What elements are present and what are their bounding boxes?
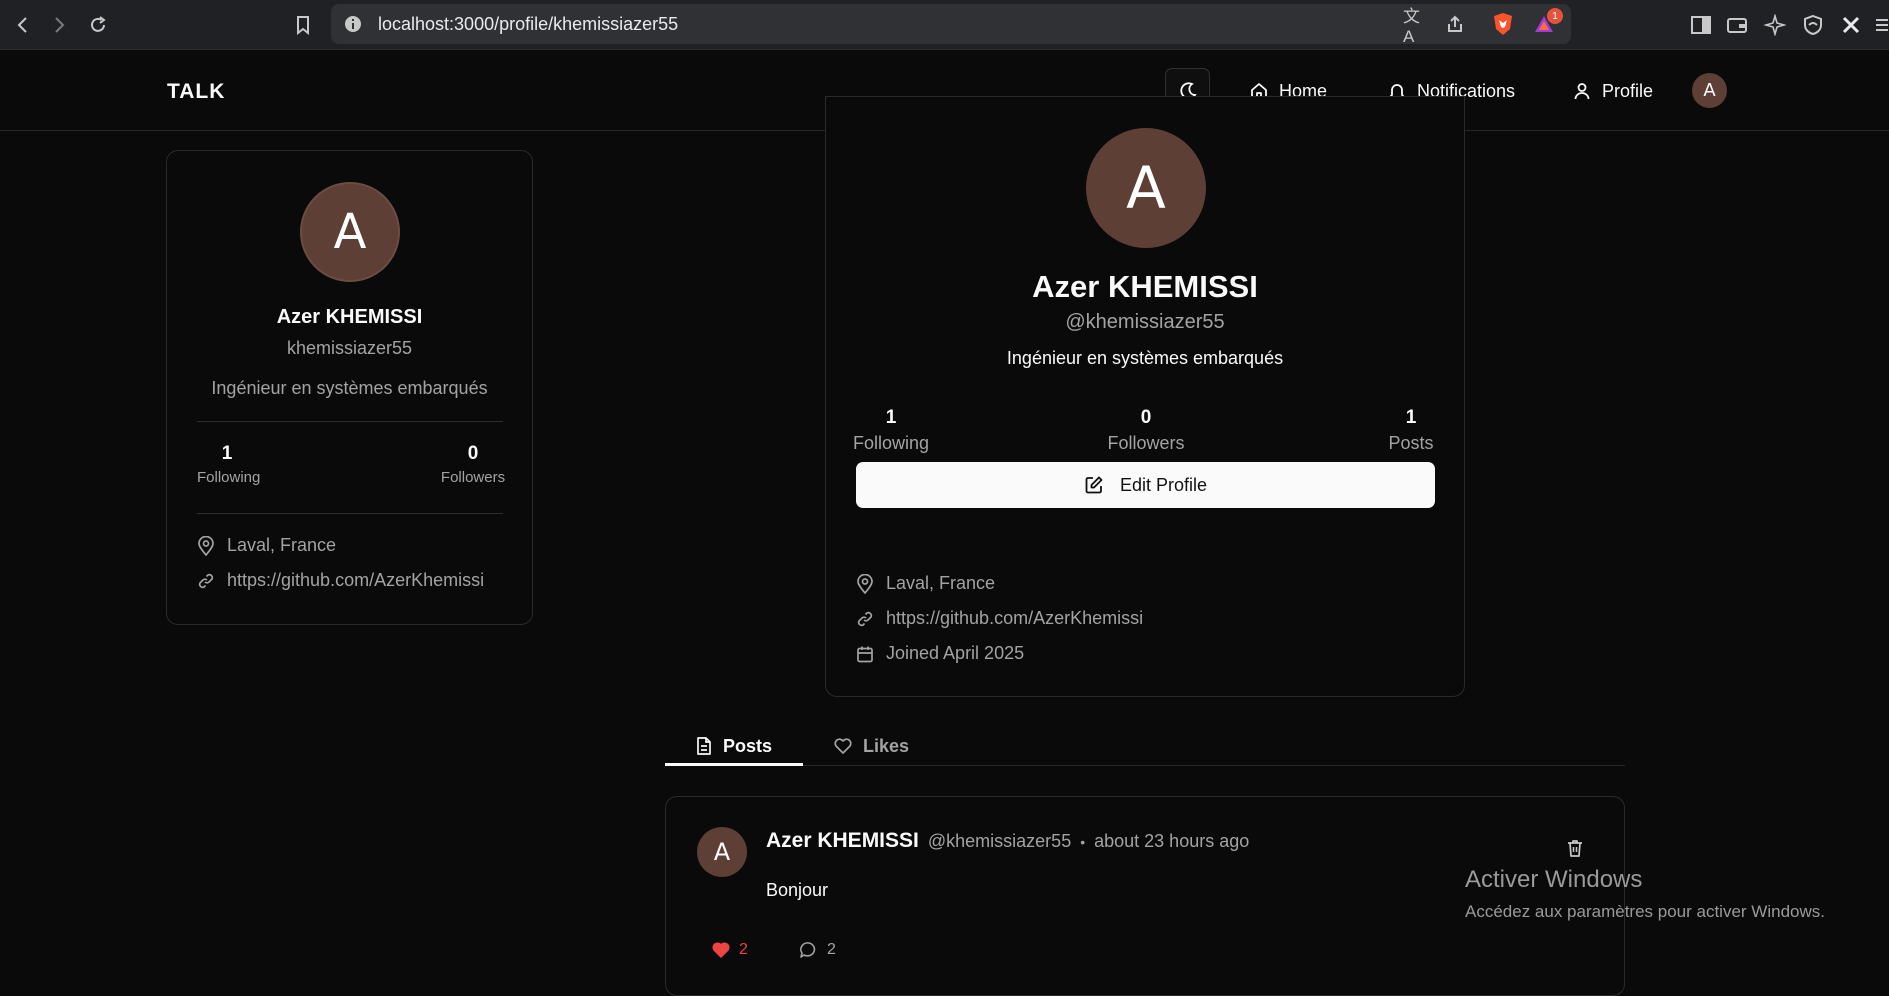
user-avatar-button[interactable]: A (1692, 73, 1727, 108)
post-content: Bonjour (766, 880, 829, 900)
brave-shields-icon[interactable] (1491, 12, 1515, 36)
profile-tabs: Posts Likes (665, 725, 1625, 766)
sidebar-location: Laval, France (197, 535, 336, 556)
windows-activation-watermark: Activer Windows Accédez aux paramètres p… (1465, 866, 1825, 922)
user-icon (1574, 83, 1590, 100)
tab-posts[interactable]: Posts (695, 733, 772, 759)
nav-profile-label: Profile (1602, 80, 1654, 101)
post-author-name[interactable]: Azer KHEMISSI (766, 829, 919, 853)
followers-count: 0 (1140, 407, 1152, 428)
sidebar-followers-count: 0 (467, 443, 479, 464)
extension-icon[interactable] (1838, 12, 1864, 38)
post-author-handle[interactable]: @khemissiazer55 (928, 831, 1071, 852)
profile-website[interactable]: https://github.com/AzerKhemissi (856, 608, 1143, 629)
watermark-title: Activer Windows (1465, 866, 1643, 893)
sidebar-username: khemissiazer55 (286, 338, 413, 358)
rewards-badge: 1 (1547, 8, 1563, 24)
profile-joined: Joined April 2025 (856, 643, 1024, 664)
sidebar-following-label: Following (197, 469, 261, 486)
menu-icon[interactable] (1872, 12, 1889, 38)
bookmark-icon[interactable] (290, 12, 316, 38)
posts-count: 1 (1405, 407, 1417, 428)
heart-outline-icon (834, 738, 852, 754)
like-count: 2 (739, 941, 748, 958)
heart-filled-icon (712, 942, 730, 958)
post-header: Azer KHEMISSI @khemissiazer55 • about 23… (766, 829, 1249, 853)
site-info-icon[interactable] (341, 12, 365, 36)
comment-button[interactable]: 2 (799, 941, 836, 959)
calendar-icon (856, 645, 874, 663)
profile-name: Azer KHEMISSI (1032, 269, 1258, 304)
tab-posts-label: Posts (723, 735, 773, 756)
sidebar-divider-2 (197, 513, 503, 514)
trash-icon (1568, 840, 1582, 857)
post-timestamp: about 23 hours ago (1094, 831, 1250, 851)
edit-profile-label: Edit Profile (1119, 474, 1208, 495)
link-icon (197, 572, 215, 590)
sidebar-name[interactable]: Azer KHEMISSI (167, 306, 532, 329)
post-author-avatar[interactable]: A (697, 827, 747, 877)
link-icon (856, 610, 874, 628)
browser-toolbar: localhost:3000/profile/khemissiazer55 文A… (0, 0, 1889, 50)
translate-icon[interactable]: 文A (1403, 7, 1427, 46)
profile-location: Laval, France (856, 573, 995, 594)
profile-website-link[interactable]: https://github.com/AzerKhemissi (886, 608, 1143, 629)
sidebar-followers-label: Followers (440, 469, 506, 486)
sidebar-avatar[interactable]: A (300, 182, 400, 282)
brand-logo[interactable]: TALK (167, 80, 225, 104)
following-stat[interactable]: 1 Following (851, 407, 931, 454)
posts-label: Posts (1388, 433, 1434, 453)
reload-icon[interactable] (85, 12, 111, 38)
vpn-icon[interactable] (1800, 12, 1826, 38)
post-separator: • (1080, 834, 1086, 850)
file-text-icon (697, 737, 711, 755)
posts-stat[interactable]: 1 Posts (1381, 407, 1441, 454)
sidebar-following-count: 1 (221, 443, 233, 464)
profile-bio: Ingénieur en systèmes embarqués (1006, 348, 1284, 368)
profile-location-text: Laval, France (886, 573, 996, 593)
following-count: 1 (885, 407, 897, 428)
profile-avatar[interactable]: A (1086, 128, 1206, 248)
comment-icon (800, 942, 816, 958)
sidebar-website[interactable]: https://github.com/AzerKhemissi (197, 570, 484, 591)
leo-ai-icon[interactable] (1762, 12, 1788, 38)
sidebar-following-stat[interactable]: 1 Following (197, 443, 261, 486)
share-icon[interactable] (1443, 12, 1467, 36)
map-pin-icon (856, 573, 874, 594)
sidebar-location-text: Laval, France (227, 535, 337, 555)
followers-stat[interactable]: 0 Followers (1101, 407, 1191, 454)
forward-icon[interactable] (46, 12, 72, 38)
comment-count: 2 (827, 941, 836, 958)
sidebar-divider (197, 421, 503, 422)
sidebar-toggle-icon[interactable] (1688, 12, 1714, 38)
nav-profile[interactable]: Profile (1572, 78, 1653, 104)
tab-likes[interactable]: Likes (833, 733, 909, 759)
following-label: Following (852, 433, 930, 453)
delete-post-button[interactable] (1565, 838, 1585, 863)
active-tab-indicator (665, 763, 803, 766)
tab-likes-label: Likes (863, 735, 910, 756)
sidebar-followers-stat[interactable]: 0 Followers (433, 443, 513, 486)
profile-card: A Azer KHEMISSI @khemissiazer55 Ingénieu… (825, 96, 1465, 697)
edit-profile-button[interactable]: Edit Profile (856, 462, 1435, 508)
sidebar-profile-card: A Azer KHEMISSI khemissiazer55 Ingénieur… (166, 150, 533, 625)
back-icon[interactable] (10, 12, 36, 38)
url-text[interactable]: localhost:3000/profile/khemissiazer55 (378, 14, 678, 35)
sidebar-website-link[interactable]: https://github.com/AzerKhemissi (227, 570, 484, 591)
edit-icon (1085, 476, 1103, 494)
watermark-subtitle: Accédez aux paramètres pour activer Wind… (1465, 902, 1825, 921)
profile-handle: @khemissiazer55 (1065, 311, 1225, 333)
followers-label: Followers (1107, 433, 1185, 453)
map-pin-icon (197, 535, 215, 556)
address-bar[interactable]: localhost:3000/profile/khemissiazer55 文A… (331, 4, 1571, 46)
profile-joined-text: Joined April 2025 (886, 643, 1025, 663)
like-button[interactable]: 2 (711, 941, 748, 959)
sidebar-bio: Ingénieur en systèmes embarqués (211, 378, 488, 398)
wallet-icon[interactable] (1724, 12, 1750, 38)
